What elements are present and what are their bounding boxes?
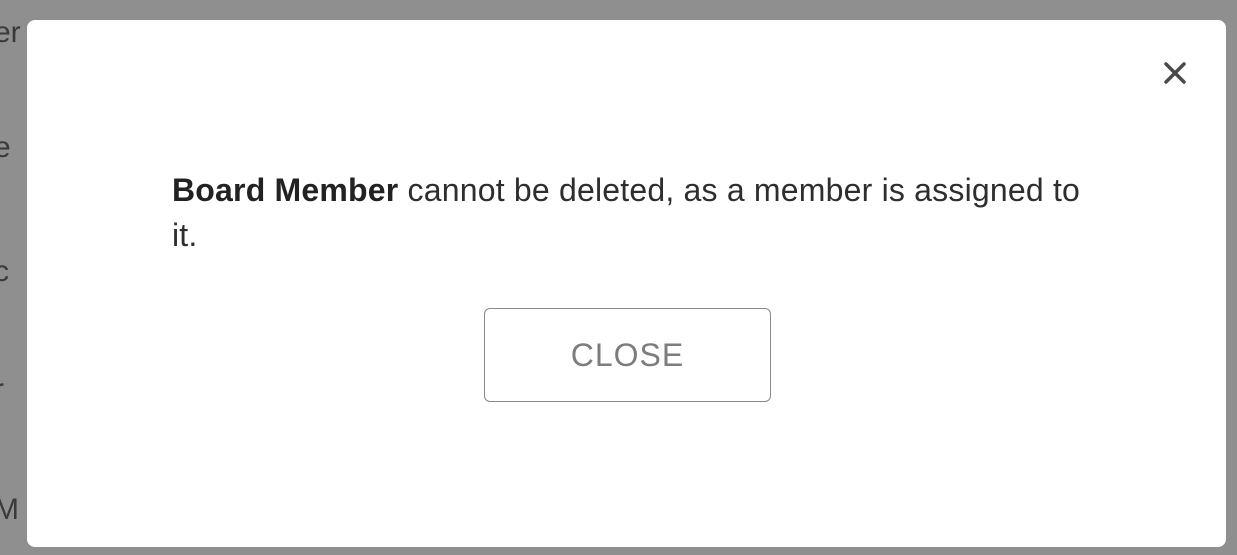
delete-error-dialog: Board Member cannot be deleted, as a mem… (27, 20, 1226, 547)
dialog-close-x-button[interactable] (1158, 56, 1192, 90)
close-button[interactable]: CLOSE (484, 308, 771, 402)
dialog-message: Board Member cannot be deleted, as a mem… (172, 168, 1092, 258)
message-entity-name: Board Member (172, 172, 399, 208)
close-icon (1164, 62, 1186, 84)
